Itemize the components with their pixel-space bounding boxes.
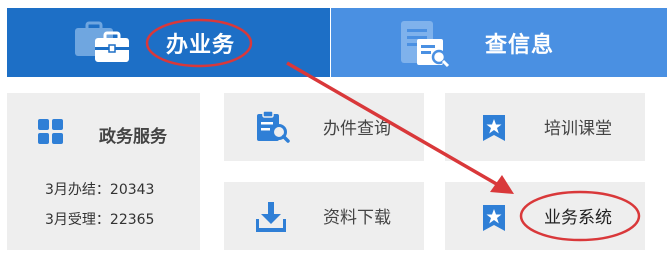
document-download-tile[interactable]: 资料下载 — [224, 182, 424, 250]
download-icon — [255, 202, 287, 236]
tab-info[interactable]: 查信息 — [331, 8, 667, 77]
business-system-label: 业务系统 — [544, 208, 612, 228]
business-system-tile[interactable]: 业务系统 — [445, 182, 645, 250]
tab-info-label: 查信息 — [485, 33, 555, 58]
monthly-completed-value: 20343 — [109, 182, 155, 198]
monthly-accepted-stat: 3月受理：22365 — [45, 209, 154, 229]
clipboard-search-icon — [256, 110, 290, 147]
tab-business-label: 办业务 — [166, 33, 236, 58]
document-download-label: 资料下载 — [323, 208, 391, 228]
gov-services-title: 政务服务 — [99, 127, 167, 147]
document-search-icon — [399, 21, 451, 73]
monthly-accepted-value: 22365 — [109, 212, 155, 228]
monthly-accepted-label: 3月受理： — [45, 212, 110, 228]
bookmark-star-icon — [483, 115, 505, 145]
briefcase-icon — [75, 21, 131, 67]
monthly-completed-label: 3月办结： — [45, 182, 110, 198]
case-query-label: 办件查询 — [323, 119, 391, 139]
bookmark-star-icon — [483, 205, 505, 235]
training-classroom-label: 培训课堂 — [544, 119, 612, 139]
training-classroom-tile[interactable]: 培训课堂 — [445, 93, 645, 161]
grid-icon — [38, 119, 64, 149]
gov-services-tile[interactable]: 政务服务 3月办结：20343 3月受理：22365 — [7, 93, 200, 250]
monthly-completed-stat: 3月办结：20343 — [45, 179, 154, 199]
case-query-tile[interactable]: 办件查询 — [224, 93, 424, 161]
tab-business[interactable]: 办业务 — [7, 8, 330, 77]
